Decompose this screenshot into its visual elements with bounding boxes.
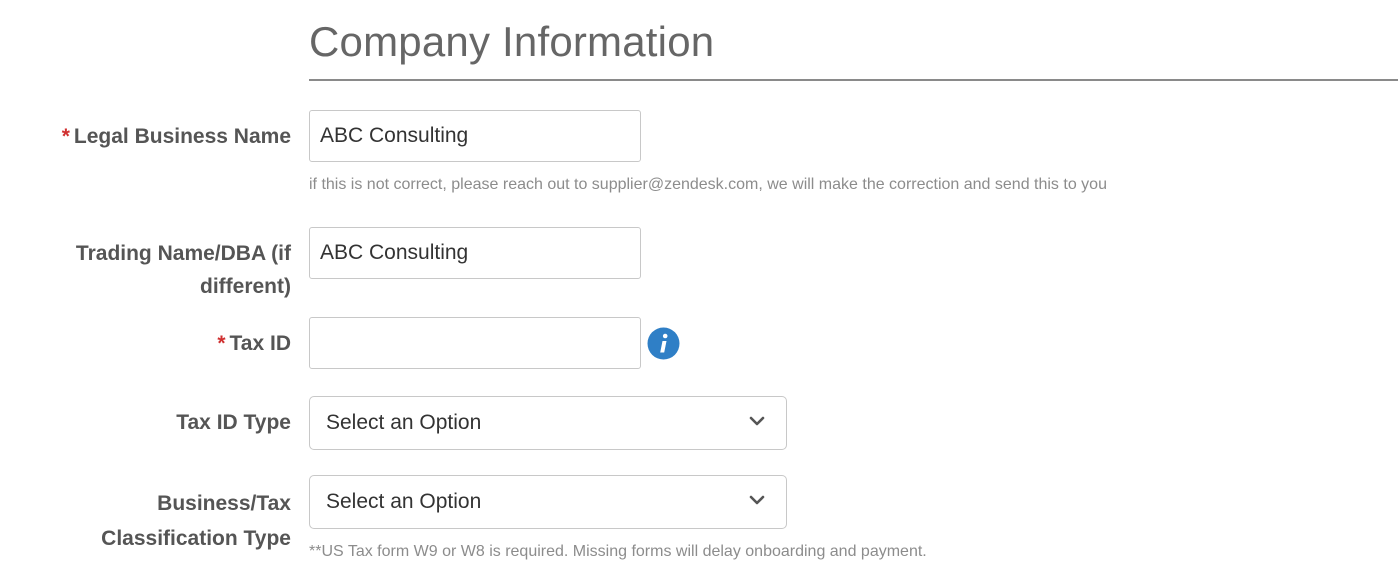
legal-business-name-label: * Legal Business Name: [62, 121, 291, 153]
required-marker: *: [61, 125, 70, 148]
chevron-down-icon: [749, 495, 765, 505]
chevron-down-icon: [749, 416, 765, 426]
trading-name-label: Trading Name/DBA (if different): [76, 237, 291, 303]
tax-id-input[interactable]: [309, 317, 641, 369]
trading-name-label-line2: different): [200, 275, 291, 298]
section-divider: [309, 79, 1398, 81]
tax-id-type-select[interactable]: Select an Option: [309, 396, 787, 450]
business-tax-classification-label-line2: Classification Type: [101, 527, 291, 550]
business-tax-classification-label-line1: Business/Tax: [157, 492, 291, 515]
trading-name-input[interactable]: [309, 227, 641, 279]
info-icon[interactable]: [647, 327, 680, 360]
legal-business-name-input[interactable]: [309, 110, 641, 162]
tax-id-label: * Tax ID: [217, 328, 291, 360]
business-tax-classification-selected: Select an Option: [326, 490, 482, 513]
business-tax-classification-label: Business/Tax Classification Type: [101, 486, 291, 556]
business-tax-classification-select[interactable]: Select an Option: [309, 475, 787, 529]
section-title: Company Information: [309, 18, 715, 65]
tax-id-type-label: Tax ID Type: [176, 411, 291, 434]
tax-id-label-text: Tax ID: [229, 332, 291, 355]
trading-name-label-line1: Trading Name/DBA (if: [75, 242, 291, 265]
legal-business-name-label-text: Legal Business Name: [73, 125, 291, 148]
required-marker: *: [217, 332, 226, 355]
legal-business-name-help: if this is not correct, please reach out…: [309, 176, 1107, 193]
business-tax-classification-help: **US Tax form W9 or W8 is required. Miss…: [309, 543, 927, 560]
tax-id-type-selected: Select an Option: [326, 411, 482, 434]
